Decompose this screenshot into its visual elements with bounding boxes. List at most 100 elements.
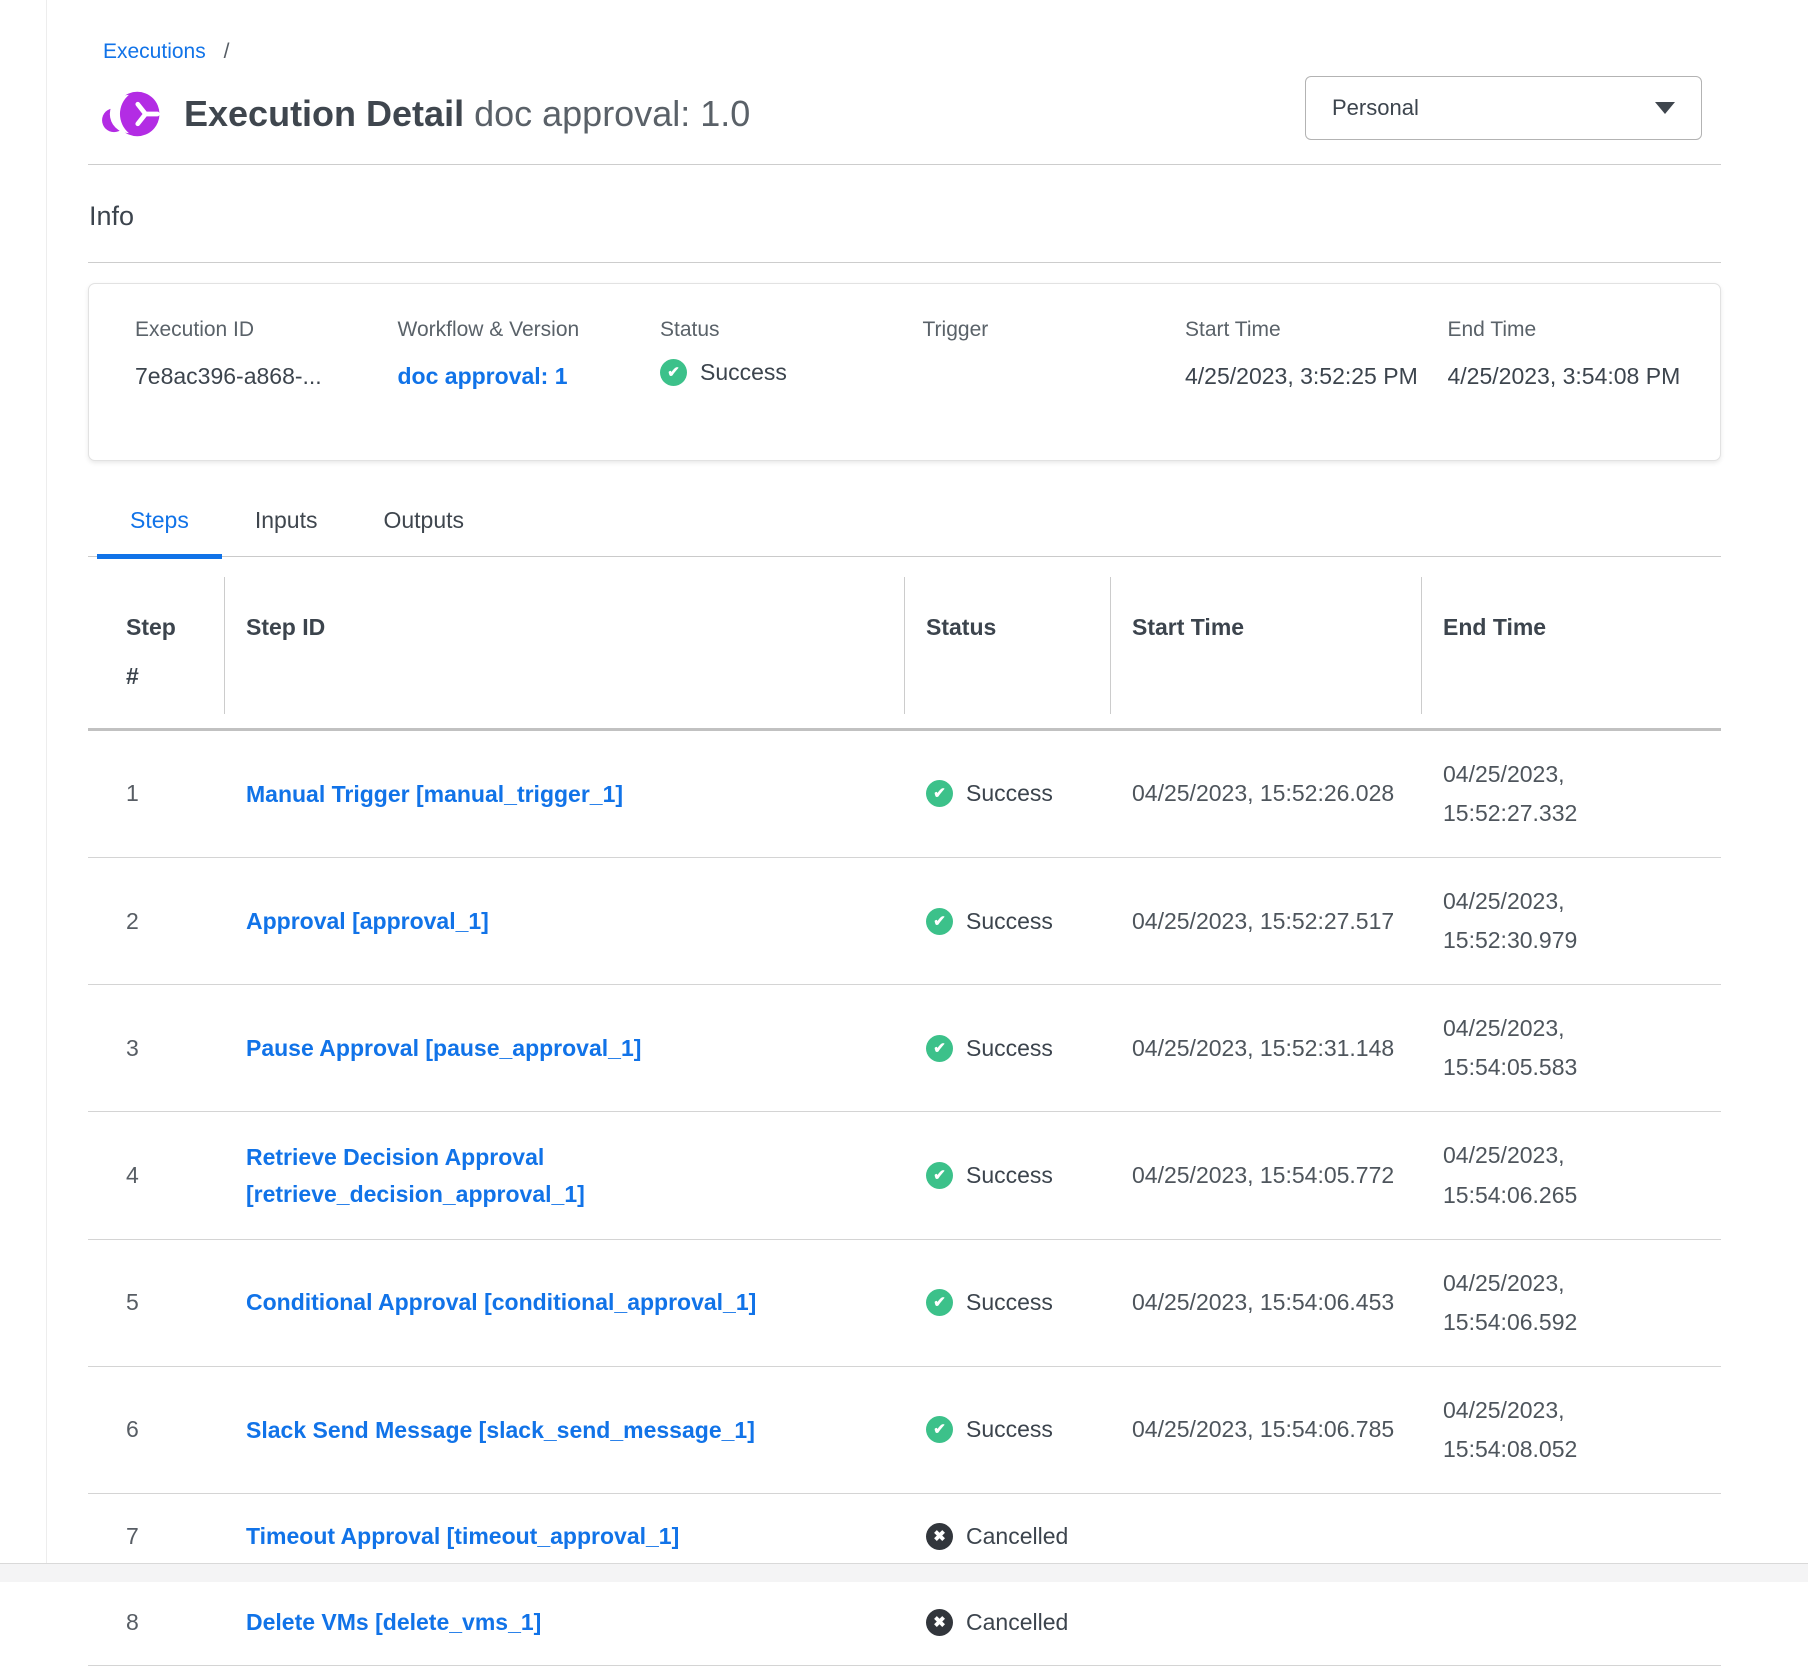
status-label: Success — [966, 1416, 1053, 1443]
status-label: Success — [700, 359, 787, 386]
table-row: 6 Slack Send Message [slack_send_message… — [88, 1366, 1721, 1493]
info-field-label: Execution ID — [135, 318, 376, 342]
step-number-cell: 2 — [88, 858, 224, 985]
start-time-cell — [1110, 1579, 1421, 1665]
column-header-end-time: End Time — [1421, 569, 1721, 729]
info-field-label: Start Time — [1185, 318, 1426, 342]
page-left-divider — [46, 0, 47, 1582]
check-circle-icon: ✔ — [926, 780, 953, 807]
chevron-down-icon — [1655, 102, 1675, 114]
info-field-status: Status ✔ Success — [660, 318, 923, 386]
status-cell: ✔ Success — [904, 858, 1110, 985]
info-field-label: End Time — [1448, 318, 1689, 342]
status-label: Success — [966, 1162, 1053, 1189]
workflow-logo-icon — [100, 88, 160, 140]
info-field-start-time: Start Time 4/25/2023, 3:52:25 PM — [1185, 318, 1448, 395]
scope-dropdown-value: Personal — [1332, 95, 1419, 121]
tabs: Steps Inputs Outputs — [88, 507, 1721, 557]
status-label: Success — [966, 1035, 1053, 1062]
step-id-cell: Pause Approval [pause_approval_1] — [224, 985, 904, 1112]
step-id-link[interactable]: Slack Send Message [slack_send_message_1… — [246, 1412, 755, 1449]
title-row: Execution Detaildoc approval: 1.0 Person… — [88, 88, 1721, 140]
info-field-execution-id: Execution ID 7e8ac396-a868-... — [135, 318, 398, 395]
step-number-cell: 4 — [88, 1112, 224, 1239]
start-time-cell: 04/25/2023, 15:54:06.453 — [1110, 1239, 1421, 1366]
info-field-label: Status — [660, 318, 901, 342]
status-cell: ✔ Success — [904, 985, 1110, 1112]
step-number-cell: 8 — [88, 1579, 224, 1665]
tab-label: Outputs — [383, 507, 464, 533]
info-field-value: 4/25/2023, 3:54:08 PM — [1448, 359, 1689, 395]
step-number-cell: 1 — [88, 729, 224, 857]
status-cell: ✔ Success — [904, 1366, 1110, 1493]
end-time-cell: 04/25/2023, 15:54:06.592 — [1421, 1239, 1721, 1366]
check-circle-icon: ✔ — [926, 908, 953, 935]
step-id-link[interactable]: Delete VMs [delete_vms_1] — [246, 1604, 541, 1641]
info-field-trigger: Trigger — [923, 318, 1186, 359]
table-row: 1 Manual Trigger [manual_trigger_1] ✔ Su… — [88, 729, 1721, 857]
status-cell: ✔ Success — [904, 1239, 1110, 1366]
check-circle-icon: ✔ — [926, 1035, 953, 1062]
end-time-cell: 04/25/2023, 15:54:08.052 — [1421, 1366, 1721, 1493]
table-row: 3 Pause Approval [pause_approval_1] ✔ Su… — [88, 985, 1721, 1112]
step-id-link[interactable]: Timeout Approval [timeout_approval_1] — [246, 1518, 679, 1555]
end-time-cell: 04/25/2023, 15:52:27.332 — [1421, 729, 1721, 857]
step-id-cell: Approval [approval_1] — [224, 858, 904, 985]
tab-steps[interactable]: Steps — [97, 507, 222, 556]
column-header-step-id: Step ID — [224, 569, 904, 729]
step-id-link[interactable]: Approval [approval_1] — [246, 903, 489, 940]
info-field-workflow-version: Workflow & Version doc approval: 1 — [398, 318, 661, 395]
step-id-link[interactable]: Manual Trigger [manual_trigger_1] — [246, 776, 623, 813]
breadcrumb: Executions / — [88, 40, 1721, 64]
step-id-cell: Slack Send Message [slack_send_message_1… — [224, 1366, 904, 1493]
table-row: 2 Approval [approval_1] ✔ Success 04/25/… — [88, 858, 1721, 985]
workflow-version-link[interactable]: doc approval: 1 — [398, 359, 568, 395]
scope-dropdown[interactable]: Personal — [1305, 76, 1702, 140]
end-time-cell: 04/25/2023, 15:54:05.583 — [1421, 985, 1721, 1112]
step-id-cell: Delete VMs [delete_vms_1] — [224, 1579, 904, 1665]
page-subtitle: doc approval: 1.0 — [474, 93, 750, 134]
start-time-cell: 04/25/2023, 15:54:06.785 — [1110, 1366, 1421, 1493]
end-time-cell: 04/25/2023, 15:52:30.979 — [1421, 858, 1721, 985]
info-field-status: ✔ Success — [660, 359, 901, 386]
step-number-cell: 5 — [88, 1239, 224, 1366]
step-number-cell: 3 — [88, 985, 224, 1112]
info-card: Execution ID 7e8ac396-a868-... Workflow … — [88, 283, 1721, 461]
execution-detail-page: Executions / Execution Detaildoc approva… — [88, 0, 1721, 1666]
header-divider — [88, 164, 1721, 165]
start-time-cell: 04/25/2023, 15:52:26.028 — [1110, 729, 1421, 857]
end-time-cell — [1421, 1579, 1721, 1665]
table-row: 5 Conditional Approval [conditional_appr… — [88, 1239, 1721, 1366]
x-circle-icon: ✖ — [926, 1609, 953, 1636]
breadcrumb-link-executions[interactable]: Executions — [103, 40, 206, 63]
steps-table-header: Step # Step ID Status Start Time End Tim… — [88, 569, 1721, 729]
tab-outputs[interactable]: Outputs — [350, 507, 497, 556]
info-section-title: Info — [89, 201, 1721, 232]
table-row: 4 Retrieve Decision Approval [retrieve_d… — [88, 1112, 1721, 1239]
page-bottom-strip — [0, 1563, 1808, 1582]
info-field-end-time: End Time 4/25/2023, 3:54:08 PM — [1448, 318, 1711, 395]
status-cell: ✖ Cancelled — [904, 1579, 1110, 1665]
check-circle-icon: ✔ — [926, 1289, 953, 1316]
step-id-cell: Retrieve Decision Approval [retrieve_dec… — [224, 1112, 904, 1239]
column-header-start-time: Start Time — [1110, 569, 1421, 729]
step-id-link[interactable]: Pause Approval [pause_approval_1] — [246, 1030, 641, 1067]
status-label: Cancelled — [966, 1523, 1068, 1550]
status-cell: ✔ Success — [904, 1112, 1110, 1239]
start-time-cell: 04/25/2023, 15:52:31.148 — [1110, 985, 1421, 1112]
check-circle-icon: ✔ — [926, 1416, 953, 1443]
status-label: Success — [966, 908, 1053, 935]
status-label: Cancelled — [966, 1609, 1068, 1636]
step-id-link[interactable]: Conditional Approval [conditional_approv… — [246, 1284, 756, 1321]
column-header-step-number: Step # — [88, 569, 224, 729]
table-row: 8 Delete VMs [delete_vms_1] ✖ Cancelled — [88, 1579, 1721, 1665]
page-title: Execution Detail — [184, 93, 464, 134]
tab-inputs[interactable]: Inputs — [222, 507, 351, 556]
info-divider — [88, 262, 1721, 263]
step-id-link[interactable]: Retrieve Decision Approval [retrieve_dec… — [246, 1139, 826, 1213]
info-field-label: Workflow & Version — [398, 318, 639, 342]
breadcrumb-separator: / — [224, 40, 230, 63]
step-id-cell: Conditional Approval [conditional_approv… — [224, 1239, 904, 1366]
check-circle-icon: ✔ — [926, 1162, 953, 1189]
info-field-value: 4/25/2023, 3:52:25 PM — [1185, 359, 1426, 395]
